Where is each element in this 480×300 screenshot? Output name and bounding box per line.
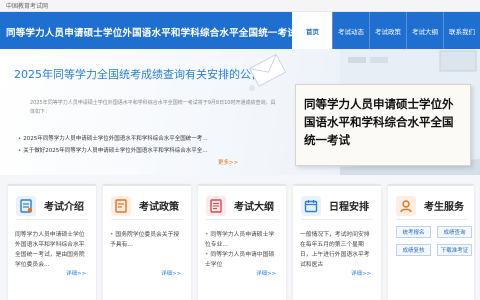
card-title: 考生服务 (424, 202, 464, 213)
card-more-link[interactable]: 详细>> (161, 269, 181, 277)
card-title: 考试政策 (139, 202, 179, 213)
nav-contact[interactable]: 联系我们 (443, 12, 480, 49)
calendar-icon (301, 196, 321, 216)
nav-exam-policy[interactable]: 考试政策 (369, 12, 406, 49)
nav-exam-news[interactable]: 考试动态 (332, 12, 369, 49)
card-candidate-services: 考生服务 统考报名 成绩查询 成绩复核 下载准考证 (388, 184, 474, 300)
service-buttons: 统考报名 成绩查询 成绩复核 下载准考证 (396, 226, 472, 256)
card-more-link[interactable]: 详细>> (351, 269, 371, 277)
service-button[interactable]: 成绩复核 (396, 244, 431, 256)
card-divider (301, 219, 373, 220)
user-icon (396, 196, 416, 216)
site-title: 同等学力人员申请硕士学位外国语水平和学科综合水平全国统一考试 (6, 28, 298, 39)
envelope-decoration-icon (248, 53, 287, 91)
card-title: 考试介绍 (44, 202, 84, 213)
service-button[interactable]: 下载准考证 (437, 244, 472, 256)
card-text: 一般情况下，考试时间安排在每年五月的第三个星期日，上午进行外国语水平考试和医古 (300, 230, 374, 270)
banner-headline[interactable]: 2025年同等学力全国统考成绩查询有关安排的公告 (14, 66, 262, 82)
site-name[interactable]: 中国教育考试网 (6, 1, 48, 10)
policy-icon (111, 196, 131, 216)
card-text-line: 一般情况下，考试时间安排在每年五月的第三个星期日，上午进行外国语水平考试和医古 (300, 232, 370, 268)
card-exam-outline[interactable]: 考试大纲 同等学力人员申请硕士学位专业... 同等学力人员申请中国硕士学位 详细… (198, 184, 286, 300)
card-text: 同等学力人员申请硕士学位外国语水平和学科综合水平全国统一考试，是由国务院学位委员… (15, 230, 89, 270)
card-bullet[interactable]: 同等学力人员申请硕士学位专业... (205, 230, 279, 250)
card-divider (111, 219, 183, 220)
card-text-line: 同等学力人员申请硕士学位外国语水平和学科综合水平全国统一考试，是由国务院学位委员… (15, 232, 85, 268)
banner-news-item[interactable]: 关于做好2025年同等学力人员申请硕士学位外国语水平和学科综合水平全... (18, 145, 218, 157)
card-title: 日程安排 (329, 202, 369, 213)
card-divider (206, 219, 278, 220)
card-title: 考试大纲 (234, 202, 274, 213)
card-more-link[interactable]: 详细>> (66, 269, 86, 277)
banner-paragraph: 2025年同等学力人员申请硕士学位外国语水平和学科综合水平全国统一考试将于9月8… (30, 100, 276, 115)
card-divider (396, 219, 468, 220)
card-text: 国务院学位委员会关于授予具有... (110, 230, 184, 250)
card-bullet[interactable]: 同等学力人员申请中国硕士学位 (205, 250, 279, 270)
announcement-board: 同等学力人员申请硕士学位外国语水平和学科综合水平全国统一考试 (295, 84, 471, 166)
card-divider (16, 219, 88, 220)
top-strip: 中国教育考试网 (0, 0, 480, 12)
banner-news-item[interactable]: 2025年同等学力人员申请硕士学位外国语水平和学科综合水平全国统一考... (18, 133, 218, 145)
board-text: 同等学力人员申请硕士学位外国语水平和学科综合水平全国统一考试 (304, 97, 454, 147)
banner-more-link[interactable]: 更多>> (218, 158, 238, 166)
card-exam-intro[interactable]: 考试介绍 同等学力人员申请硕士学位外国语水平和学科综合水平全国统一考试，是由国务… (8, 184, 96, 300)
card-row: 考试介绍 同等学力人员申请硕士学位外国语水平和学科综合水平全国统一考试，是由国务… (8, 184, 474, 300)
document-icon (16, 196, 36, 216)
card-schedule[interactable]: 日程安排 一般情况下，考试时间安排在每年五月的第三个星期日，上午进行外国语水平考… (293, 184, 381, 300)
card-bullet[interactable]: 国务院学位委员会关于授予具有... (110, 230, 184, 250)
card-text: 同等学力人员申请硕士学位专业... 同等学力人员申请中国硕士学位 (205, 230, 279, 270)
service-button[interactable]: 统考报名 (396, 226, 431, 238)
service-button[interactable]: 成绩查询 (437, 226, 472, 238)
banner-news-list: 2025年同等学力人员申请硕士学位外国语水平和学科综合水平全国统一考... 关于… (18, 133, 218, 157)
card-more-link[interactable]: 详细>> (256, 269, 276, 277)
nav-exam-outline[interactable]: 考试大纲 (406, 12, 443, 49)
card-exam-policy[interactable]: 考试政策 国务院学位委员会关于授予具有... 详细>> (103, 184, 191, 300)
main-nav: 首页 考试动态 考试政策 考试大纲 联系我们 (292, 12, 480, 49)
outline-icon (206, 196, 226, 216)
nav-home[interactable]: 首页 (292, 12, 332, 49)
